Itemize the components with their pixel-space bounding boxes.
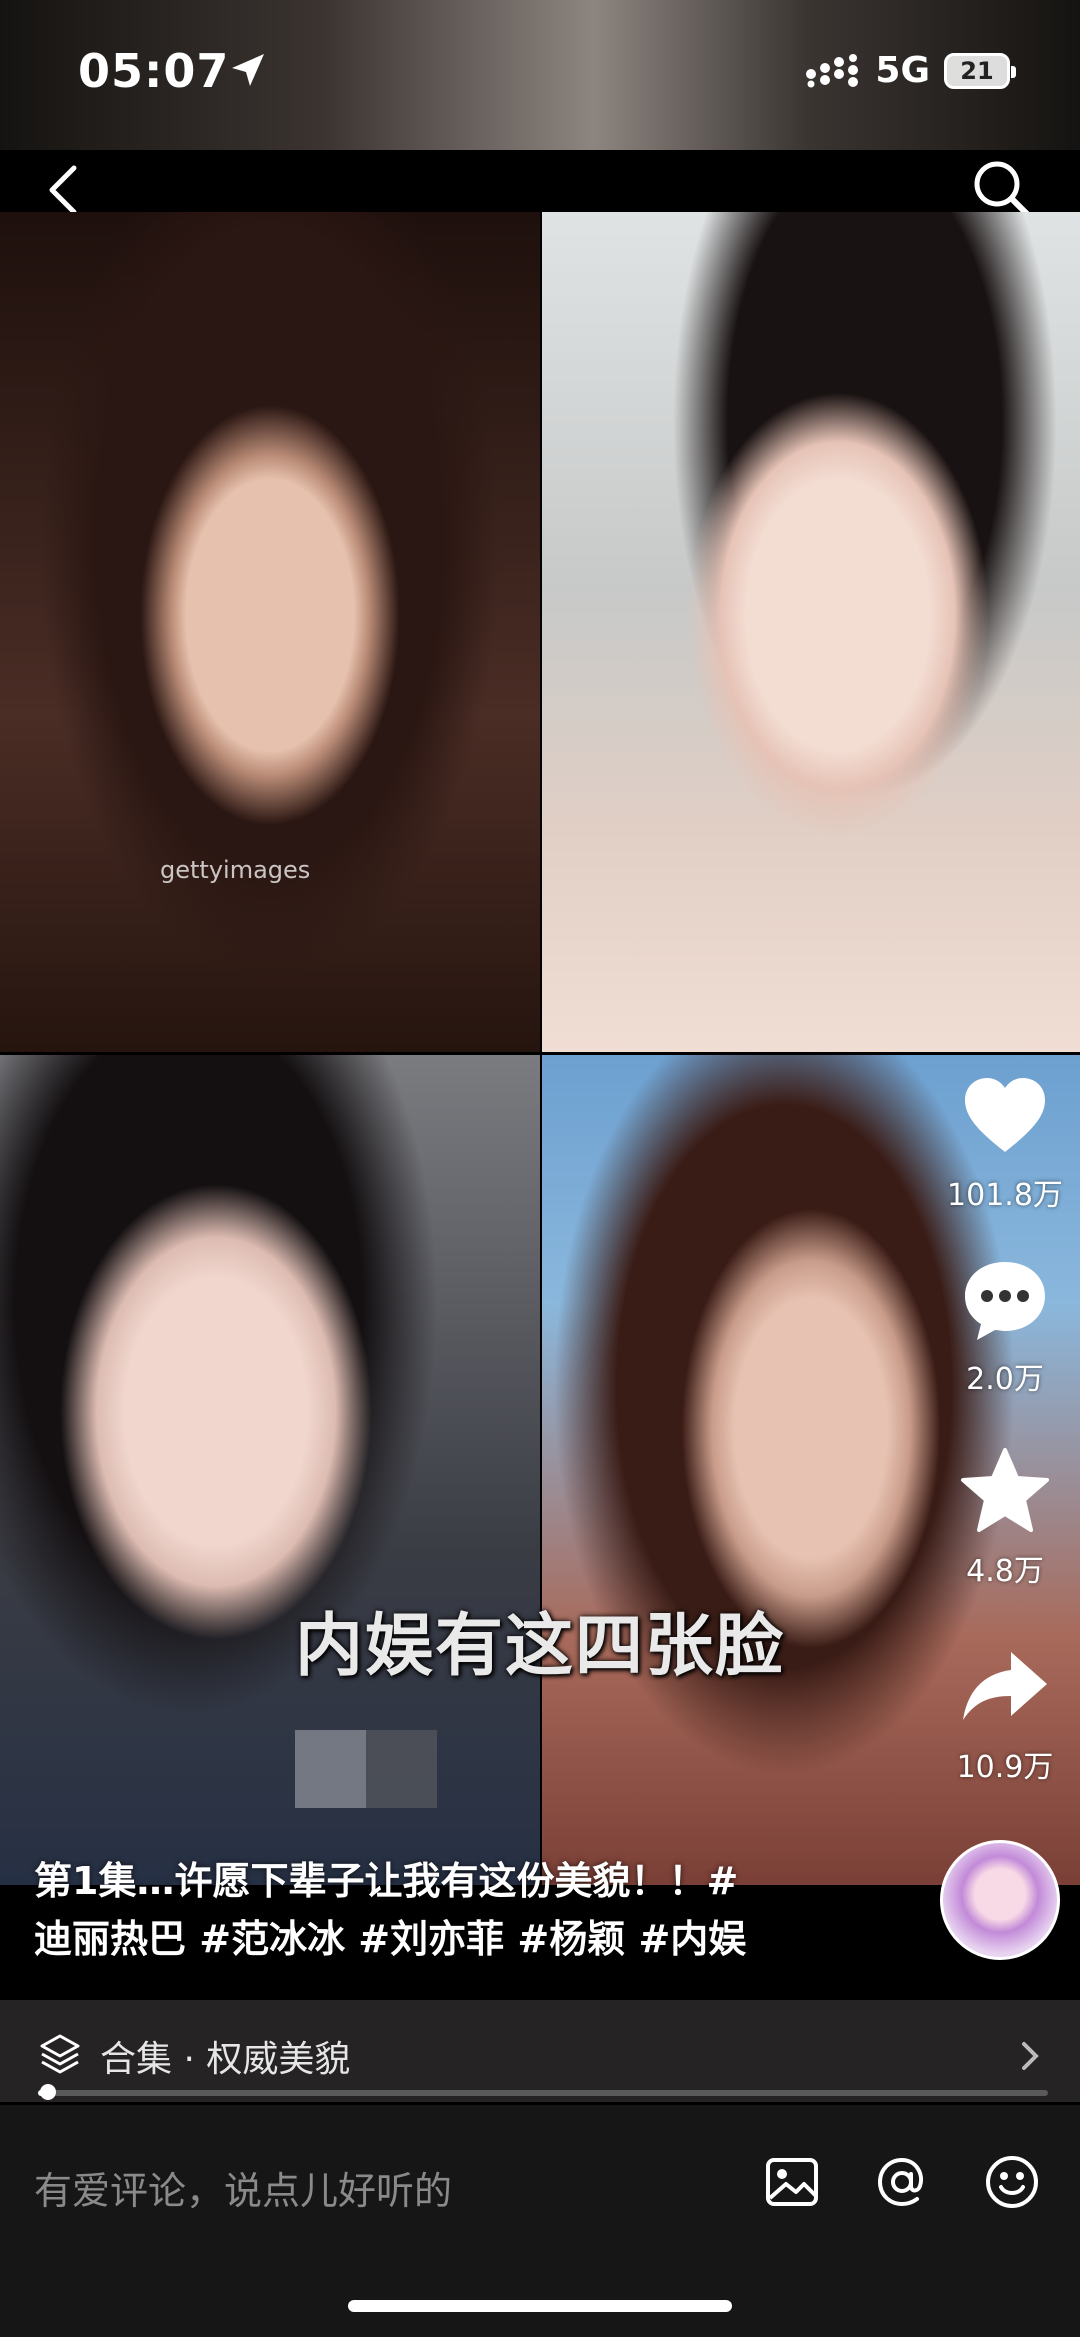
location-arrow-icon [232,54,264,86]
description-line: 第1集…许愿下辈子让我有这份美貌！！# [34,1859,739,1903]
comment-count: 2.0万 [966,1362,1044,1397]
chevron-right-icon[interactable] [1014,2036,1044,2076]
photo-tile-bottom-left [0,1055,540,1885]
comment-button[interactable]: 2.0万 [940,1252,1070,1398]
playback-scrubber[interactable] [40,2084,56,2100]
favorite-button[interactable]: 4.8万 [940,1444,1070,1590]
photo-tile-top-left [0,212,540,1052]
description-hashtags[interactable]: 迪丽热巴 #范冰冰 #刘亦菲 #杨颖 #内娱 [34,1910,894,1968]
video-overlay-caption: 内娱有这四张脸 [294,1607,785,1686]
layers-icon [40,2034,80,2074]
blurred-region [295,1730,437,1808]
heart-icon [965,1078,1045,1152]
share-count: 10.9万 [956,1750,1054,1785]
collection-label[interactable]: 合集 · 权威美貌 [100,2030,350,2082]
network-type: 5G [875,50,930,91]
image-icon[interactable] [762,2152,822,2212]
like-button[interactable]: 101.8万 [940,1068,1070,1214]
watermark: gettyimages [160,856,311,884]
comment-bubble-icon [965,1262,1045,1340]
avatar[interactable] [940,1840,1060,1960]
post-description: 第1集…许愿下辈子让我有这份美貌！！# 迪丽热巴 #范冰冰 #刘亦菲 #杨颖 #… [34,1852,894,1968]
back-arrow-icon[interactable] [40,160,90,220]
status-indicators: 5G 21 [805,50,1016,91]
share-button[interactable]: 10.9万 [940,1640,1070,1786]
star-icon [961,1448,1049,1532]
share-arrow-icon [963,1652,1047,1720]
battery-level: 21 [960,56,994,85]
favorite-count: 4.8万 [966,1554,1044,1589]
photo-tile-top-right [542,212,1080,1052]
battery-icon: 21 [944,52,1016,89]
emoji-icon[interactable] [982,2152,1042,2212]
home-indicator[interactable] [348,2300,732,2312]
signal-icon [806,53,859,87]
comment-input[interactable]: 有爱评论，说点儿好听的 [34,2160,452,2215]
at-icon[interactable] [872,2152,932,2212]
status-time: 05:07 [78,44,230,98]
like-count: 101.8万 [947,1178,1063,1213]
playback-progress-track[interactable] [38,2090,1048,2096]
